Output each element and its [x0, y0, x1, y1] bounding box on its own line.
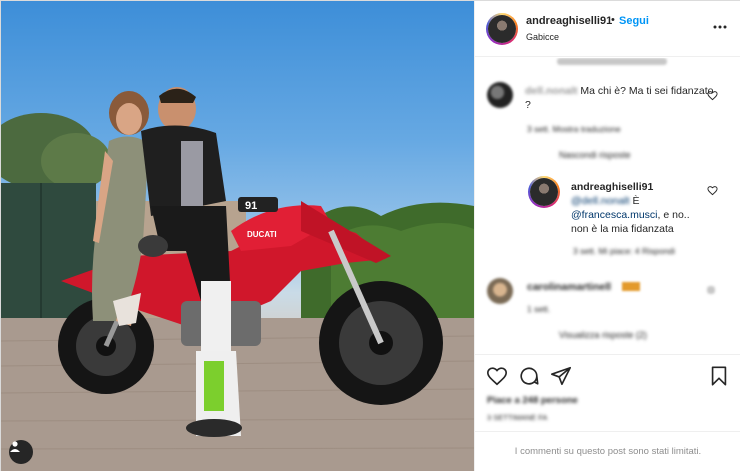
- emoji-icon: [622, 282, 640, 291]
- post-photo[interactable]: 91 DUCATI: [1, 1, 474, 471]
- reply-like-heart-icon[interactable]: [707, 185, 718, 196]
- reply-blurred-mention[interactable]: @dell.nonalt: [571, 195, 630, 207]
- comment-like-heart-icon[interactable]: [707, 90, 718, 101]
- author-username[interactable]: andreaghiselli91: [526, 15, 612, 27]
- comments-list[interactable]: dell.nonalt Ma chi è? Ma ti sei fidanzat…: [475, 58, 740, 354]
- comment-meta[interactable]: 1 sett.: [527, 302, 550, 316]
- comments-limited-notice: I commenti su questo post sono stati lim…: [475, 431, 740, 471]
- photo-illustration: 91 DUCATI: [1, 87, 474, 471]
- bike-brand: DUCATI: [247, 230, 277, 239]
- comment-username[interactable]: carolinamartinell: [527, 280, 611, 294]
- bookmark-icon[interactable]: [708, 365, 730, 387]
- separator-dot: •: [611, 14, 615, 26]
- more-dots-icon[interactable]: [712, 19, 728, 35]
- paper-plane-icon[interactable]: [550, 365, 572, 387]
- reply-line-2: @francesca.musci, e no..: [571, 208, 690, 222]
- reply-meta[interactable]: 3 sett. Mi piace: 4 Rispondi: [573, 244, 675, 258]
- tree-left-2: [41, 133, 111, 189]
- reply-prefix: È: [632, 195, 640, 207]
- gate: [1, 183, 96, 318]
- post-modal: 91 DUCATI andreaghiselli91 • Segui Gabic…: [0, 0, 740, 471]
- reply-mention[interactable]: @francesca.musci: [571, 209, 658, 221]
- bike-number: 91: [245, 200, 257, 212]
- hide-replies-link[interactable]: Nascondi risposte: [559, 148, 631, 162]
- comment-avatar[interactable]: [487, 278, 513, 304]
- user-tag-icon[interactable]: [9, 440, 33, 464]
- post-header: andreaghiselli91 • Segui Gabicce: [475, 1, 740, 57]
- reply-username-line: andreaghiselli91: [571, 180, 653, 194]
- comment-avatar[interactable]: [487, 82, 513, 108]
- likes-count[interactable]: Piace a 248 persone: [487, 394, 578, 408]
- follow-button[interactable]: Segui: [619, 15, 649, 27]
- reply-author-avatar[interactable]: [528, 176, 560, 208]
- heart-icon[interactable]: [486, 365, 508, 387]
- comment-meta[interactable]: 3 sett. Mostra traduzione: [527, 122, 621, 136]
- reply-line-3: non è la mia fidanzata: [571, 223, 674, 235]
- view-replies-link[interactable]: Visualizza risposte (2): [559, 328, 647, 342]
- post-side-panel: andreaghiselli91 • Segui Gabicce dell.no…: [474, 1, 740, 471]
- post-location[interactable]: Gabicce: [526, 32, 559, 42]
- comment-username[interactable]: dell.nonalt: [525, 85, 578, 97]
- reply-username[interactable]: andreaghiselli91: [571, 181, 653, 193]
- blurred-caption-line: [557, 58, 667, 65]
- comment-icon[interactable]: [518, 365, 540, 387]
- comment-1-text-block: dell.nonalt Ma chi è? Ma ti sei fidanzat…: [525, 84, 715, 112]
- reply-suffix: , e no..: [657, 209, 690, 221]
- author-avatar[interactable]: [486, 13, 518, 45]
- reply-line-1: @dell.nonalt È: [571, 194, 639, 208]
- post-date: 3 SETTIMANE FA: [487, 413, 548, 422]
- post-actions-bar: [475, 354, 740, 394]
- blurred-heart: [707, 286, 715, 294]
